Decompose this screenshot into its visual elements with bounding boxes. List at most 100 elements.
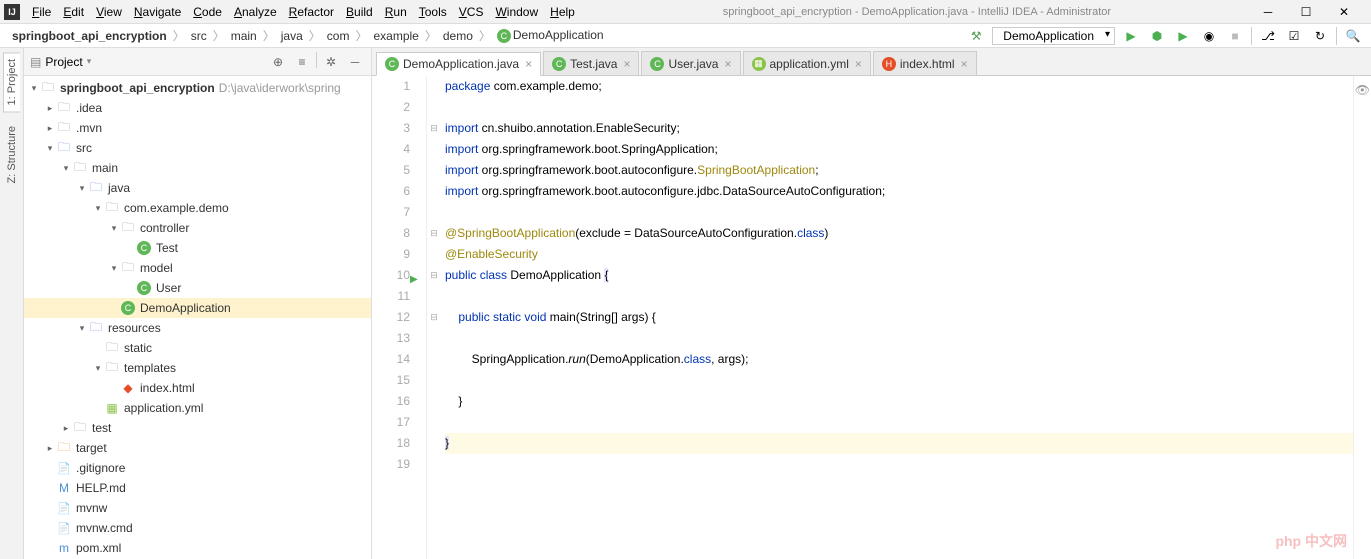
coverage-button[interactable]: ▶: [1173, 26, 1193, 46]
menu-run[interactable]: Run: [379, 3, 413, 21]
run-button[interactable]: ▶: [1121, 26, 1141, 46]
menu-vcs[interactable]: VCS: [453, 3, 490, 21]
tree-node-model[interactable]: ▾🗀model: [24, 258, 371, 278]
stop-button[interactable]: ■: [1225, 26, 1245, 46]
tree-node-test[interactable]: ▸🗀test: [24, 418, 371, 438]
tree-arrow-icon[interactable]: ▸: [60, 423, 72, 434]
tree-node-Test[interactable]: CTest: [24, 238, 371, 258]
tree-node-.mvn[interactable]: ▸🗀.mvn: [24, 118, 371, 138]
menu-help[interactable]: Help: [544, 3, 581, 21]
tree-node-resources[interactable]: ▾🗀resources: [24, 318, 371, 338]
menu-code[interactable]: Code: [187, 3, 228, 21]
code-editor[interactable]: package com.example.demo; import cn.shui…: [441, 76, 1353, 559]
menu-edit[interactable]: Edit: [57, 3, 90, 21]
tree-node-application.yml[interactable]: ▦application.yml: [24, 398, 371, 418]
menu-tools[interactable]: Tools: [413, 3, 453, 21]
menu-view[interactable]: View: [90, 3, 128, 21]
breadcrumb-DemoApplication[interactable]: CDemoApplication: [493, 26, 608, 45]
tree-node-templates[interactable]: ▾🗀templates: [24, 358, 371, 378]
breadcrumb-example[interactable]: example: [369, 27, 422, 45]
tree-arrow-icon[interactable]: ▸: [44, 123, 56, 134]
tree-node-main[interactable]: ▾🗀main: [24, 158, 371, 178]
tree-node-pom.xml[interactable]: mpom.xml: [24, 538, 371, 558]
maximize-button[interactable]: ☐: [1291, 2, 1321, 22]
breadcrumb-main[interactable]: main: [227, 27, 261, 45]
tab-application.yml[interactable]: ▦application.yml×: [743, 51, 871, 75]
search-icon[interactable]: 🔍: [1343, 26, 1363, 46]
tree-node-DemoApplication[interactable]: CDemoApplication: [24, 298, 371, 318]
update-icon[interactable]: ↻: [1310, 26, 1330, 46]
tree-node-.idea[interactable]: ▸🗀.idea: [24, 98, 371, 118]
tree-arrow-icon[interactable]: ▾: [76, 183, 88, 194]
tree-node-HELP.md[interactable]: MHELP.md: [24, 478, 371, 498]
build-icon[interactable]: ⚒: [966, 26, 986, 46]
tree-arrow-icon[interactable]: ▾: [92, 203, 104, 214]
tab-index.html[interactable]: Hindex.html×: [873, 51, 977, 75]
tree-label: .idea: [76, 101, 102, 115]
vcs-icon[interactable]: ⎇: [1258, 26, 1278, 46]
tree-node-springboot_api_encryption[interactable]: ▾🗀springboot_api_encryptionD:\java\iderw…: [24, 78, 371, 98]
menu-window[interactable]: Window: [489, 3, 544, 21]
tree-node-controller[interactable]: ▾🗀controller: [24, 218, 371, 238]
tree-arrow-icon[interactable]: ▾: [108, 263, 120, 274]
tab-close-icon[interactable]: ×: [525, 57, 532, 71]
tab-User.java[interactable]: CUser.java×: [641, 51, 740, 75]
breadcrumb-demo[interactable]: demo: [439, 27, 477, 45]
tree-label: test: [92, 421, 111, 435]
tree-path: D:\java\iderwork\spring: [219, 81, 341, 95]
breadcrumb-src[interactable]: src: [187, 27, 211, 45]
select-opened-file-icon[interactable]: ⊕: [268, 52, 288, 72]
breadcrumb-java[interactable]: java: [277, 27, 307, 45]
tree-arrow-icon[interactable]: ▾: [92, 363, 104, 374]
tab-DemoApplication.java[interactable]: CDemoApplication.java×: [376, 52, 541, 76]
minimize-button[interactable]: ─: [1253, 2, 1283, 22]
hide-panel-icon[interactable]: ─: [345, 52, 365, 72]
menu-file[interactable]: File: [26, 3, 57, 21]
menu-build[interactable]: Build: [340, 3, 379, 21]
menu-navigate[interactable]: Navigate: [128, 3, 187, 21]
tree-arrow-icon[interactable]: ▸: [44, 103, 56, 114]
tree-arrow-icon[interactable]: ▾: [28, 83, 40, 94]
tab-close-icon[interactable]: ×: [623, 57, 630, 71]
tree-arrow-icon[interactable]: ▾: [44, 143, 56, 154]
tree-node-static[interactable]: 🗀static: [24, 338, 371, 358]
close-button[interactable]: ✕: [1329, 2, 1359, 22]
tree-node-User[interactable]: CUser: [24, 278, 371, 298]
line-gutter[interactable]: 123456789▶10111213141516171819: [372, 76, 427, 559]
tab-close-icon[interactable]: ×: [961, 57, 968, 71]
tree-node-src[interactable]: ▾🗀src: [24, 138, 371, 158]
project-panel-title[interactable]: ▤ Project ▾: [30, 55, 91, 69]
tab-close-icon[interactable]: ×: [724, 57, 731, 71]
breadcrumb-springboot_api_encryption[interactable]: springboot_api_encryption: [8, 27, 171, 45]
tree-node-target[interactable]: ▸🗀target: [24, 438, 371, 458]
project-tree[interactable]: ▾🗀springboot_api_encryptionD:\java\iderw…: [24, 76, 371, 559]
tree-arrow-icon[interactable]: ▾: [76, 323, 88, 334]
tree-node-java[interactable]: ▾🗀java: [24, 178, 371, 198]
run-configuration-select[interactable]: DemoApplication: [992, 27, 1115, 45]
menu-analyze[interactable]: Analyze: [228, 3, 283, 21]
xml-icon: m: [56, 541, 72, 555]
breadcrumb-com[interactable]: com: [323, 27, 354, 45]
folder-icon: 🗀: [104, 361, 120, 375]
debug-button[interactable]: ⬢: [1147, 26, 1167, 46]
tree-arrow-icon[interactable]: ▾: [60, 163, 72, 174]
menu-refactor[interactable]: Refactor: [283, 3, 340, 21]
project-tool-tab[interactable]: 1: Project: [3, 52, 20, 112]
tab-close-icon[interactable]: ×: [855, 57, 862, 71]
settings-icon[interactable]: ✲: [321, 52, 341, 72]
tree-arrow-icon[interactable]: ▾: [108, 223, 120, 234]
tree-node-mvnw[interactable]: 📄mvnw: [24, 498, 371, 518]
tab-Test.java[interactable]: CTest.java×: [543, 51, 639, 75]
fold-gutter[interactable]: ⊟⊟⊟⊟: [427, 76, 441, 559]
tree-node-.gitignore[interactable]: 📄.gitignore: [24, 458, 371, 478]
profile-button[interactable]: ◉: [1199, 26, 1219, 46]
tree-node-com.example.demo[interactable]: ▾🗀com.example.demo: [24, 198, 371, 218]
structure-tool-tab[interactable]: Z: Structure: [4, 120, 20, 189]
tree-label: .gitignore: [76, 461, 125, 475]
commit-icon[interactable]: ☑: [1284, 26, 1304, 46]
tree-arrow-icon[interactable]: ▸: [44, 443, 56, 454]
tree-node-mvnw.cmd[interactable]: 📄mvnw.cmd: [24, 518, 371, 538]
inspections-eye-icon[interactable]: 👁: [1354, 80, 1371, 101]
expand-all-icon[interactable]: ≡: [292, 52, 312, 72]
tree-node-index.html[interactable]: ◆index.html: [24, 378, 371, 398]
